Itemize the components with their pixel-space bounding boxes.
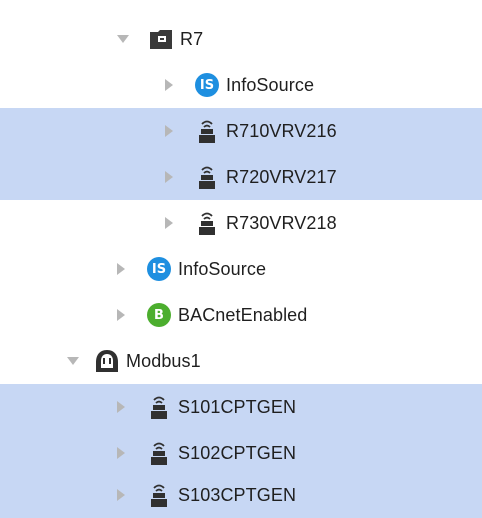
tree-node-r730vrv218[interactable]: R730VRV218 (0, 200, 482, 246)
caret-collapsed-icon[interactable] (160, 122, 178, 140)
network-device-icon (146, 394, 172, 420)
network-device-icon (194, 164, 220, 190)
tree-node-s101cptgen[interactable]: S101CPTGEN (0, 384, 482, 430)
tree-node-label: R710VRV216 (226, 121, 337, 141)
tree-node-s103cptgen[interactable]: S103CPTGEN (0, 472, 482, 518)
network-device-icon (146, 482, 172, 508)
tree-node-label: R7 (180, 29, 204, 49)
caret-collapsed-icon[interactable] (112, 306, 130, 324)
tree-node-label: S102CPTGEN (178, 443, 297, 463)
caret-collapsed-icon[interactable] (112, 444, 130, 462)
tree-node-label: R730VRV218 (226, 213, 337, 233)
caret-collapsed-icon[interactable] (112, 398, 130, 416)
network-device-icon (194, 210, 220, 236)
bacnet-badge-text: B (147, 303, 171, 327)
tree-node-label: BACnetEnabled (178, 305, 308, 325)
tree-node-s102cptgen[interactable]: S102CPTGEN (0, 430, 482, 476)
network-device-icon (146, 440, 172, 466)
caret-collapsed-icon[interactable] (160, 76, 178, 94)
tree-node-modbus1[interactable]: Modbus1 (0, 338, 482, 384)
navigation-tree: R7 IS InfoSource R710VRV216 R720VRV217 R… (0, 0, 482, 518)
tree-node-bacnetenabled[interactable]: B BACnetEnabled (0, 292, 482, 338)
tree-node-infosource[interactable]: IS InfoSource (0, 246, 482, 292)
caret-collapsed-icon[interactable] (112, 260, 130, 278)
infosource-icon: IS (146, 256, 172, 282)
infosource-badge-text: IS (195, 73, 219, 97)
tree-node-r720vrv217[interactable]: R720VRV217 (0, 154, 482, 200)
infosource-badge-text: IS (147, 257, 171, 281)
tree-node-label: InfoSource (226, 75, 315, 95)
tree-node-label: S101CPTGEN (178, 397, 297, 417)
tree-node-label: InfoSource (178, 259, 267, 279)
tree-node-r7[interactable]: R7 (0, 16, 482, 62)
caret-collapsed-icon[interactable] (160, 214, 178, 232)
tree-node-label: R720VRV217 (226, 167, 337, 187)
tree-node-r710vrv216[interactable]: R710VRV216 (0, 108, 482, 154)
tree-node-label: S103CPTGEN (178, 485, 297, 505)
tree-node-label: Modbus1 (126, 351, 201, 371)
bacnet-icon: B (146, 302, 172, 328)
infosource-icon: IS (194, 72, 220, 98)
caret-expanded-icon[interactable] (64, 352, 82, 370)
caret-collapsed-icon[interactable] (160, 168, 178, 186)
network-device-icon (194, 118, 220, 144)
caret-collapsed-icon[interactable] (112, 486, 130, 504)
folder-icon (148, 26, 174, 52)
caret-expanded-icon[interactable] (114, 30, 132, 48)
modbus-icon (94, 348, 120, 374)
tree-node-infosource[interactable]: IS InfoSource (0, 62, 482, 108)
